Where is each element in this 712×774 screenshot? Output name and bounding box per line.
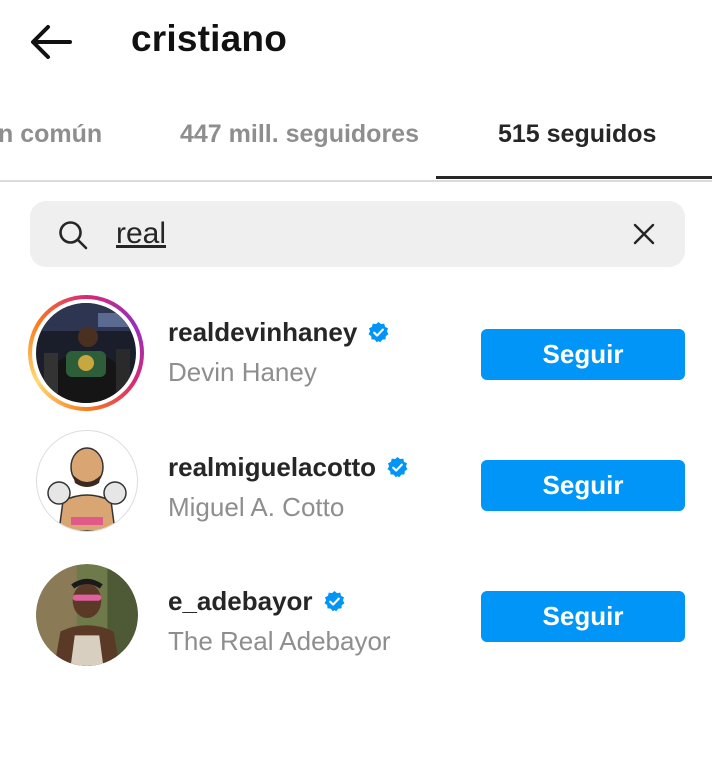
- tab-following[interactable]: 515 seguidos: [498, 120, 656, 149]
- search-bar: [30, 201, 685, 267]
- follow-tabs: n común 447 mill. seguidores 515 seguido…: [0, 100, 712, 182]
- verified-badge-icon: [368, 321, 389, 343]
- follow-button[interactable]: Seguir: [481, 329, 685, 380]
- profile-photo: [36, 564, 138, 666]
- user-info[interactable]: realdevinhaney Devin Haney: [168, 317, 390, 388]
- user-info[interactable]: realmiguelacotto Miguel A. Cotto: [168, 452, 409, 523]
- profile-photo: [36, 303, 136, 403]
- tab-followers[interactable]: 447 mill. seguidores: [180, 120, 419, 149]
- username: realdevinhaney: [168, 317, 358, 347]
- username: e_adebayor: [168, 586, 313, 616]
- tab-mutual[interactable]: n común: [0, 120, 102, 149]
- top-bar: cristiano: [0, 0, 712, 88]
- list-item[interactable]: e_adebayor The Real Adebayor Seguir: [0, 564, 712, 676]
- active-tab-indicator: [436, 176, 712, 179]
- arrow-left-icon: [31, 25, 72, 59]
- search-input[interactable]: [116, 213, 586, 255]
- page-title: cristiano: [131, 18, 288, 59]
- user-info[interactable]: e_adebayor The Real Adebayor: [168, 586, 391, 657]
- profile-photo: [37, 431, 137, 531]
- close-icon[interactable]: [632, 222, 656, 246]
- follow-button[interactable]: Seguir: [481, 460, 685, 511]
- list-item[interactable]: realmiguelacotto Miguel A. Cotto Seguir: [0, 430, 712, 542]
- full-name: Devin Haney: [168, 357, 317, 387]
- list-item[interactable]: realdevinhaney Devin Haney Seguir: [0, 295, 712, 411]
- avatar[interactable]: [36, 564, 138, 666]
- follow-button[interactable]: Seguir: [481, 591, 685, 642]
- username: realmiguelacotto: [168, 452, 377, 482]
- back-button[interactable]: [26, 20, 76, 64]
- search-icon: [59, 221, 88, 250]
- avatar[interactable]: [28, 295, 144, 411]
- full-name: The Real Adebayor: [168, 626, 391, 656]
- verified-badge-icon: [387, 456, 408, 478]
- full-name: Miguel A. Cotto: [168, 492, 345, 522]
- avatar[interactable]: [36, 430, 138, 532]
- verified-badge-icon: [324, 590, 344, 612]
